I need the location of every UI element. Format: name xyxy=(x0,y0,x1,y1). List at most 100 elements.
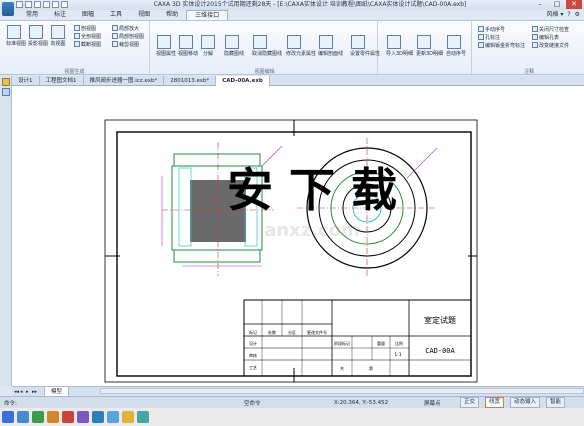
help-icon[interactable]: ? xyxy=(567,10,570,20)
style-dropdown[interactable]: 风格 ▾ xyxy=(547,10,564,20)
drawing-canvas[interactable]: 室定试题 CAD-00A 1:1 标记 处数 分区 更改文件号 设计 审核 工艺… xyxy=(12,86,584,386)
tab-common[interactable]: 常用 xyxy=(18,10,46,20)
left-side-toolbar xyxy=(0,76,12,386)
modify-element-properties-button[interactable]: 修改元素属性 xyxy=(286,35,316,57)
ortho-toggle[interactable]: 正交 xyxy=(460,397,480,408)
save-icon[interactable] xyxy=(34,1,41,8)
doc-tab-active[interactable]: CAD-00A.exb xyxy=(216,76,270,86)
detail-view-icon xyxy=(112,25,118,31)
crop-view-button[interactable]: 裁剪视图 xyxy=(112,40,150,48)
quick-access-toolbar xyxy=(16,1,68,9)
projection-view-button[interactable]: 投影视图 xyxy=(28,25,48,47)
taskbar-app-icon[interactable] xyxy=(47,411,59,423)
svg-text:更改文件号: 更改文件号 xyxy=(307,329,327,335)
tab-annotation[interactable]: 标注 xyxy=(46,10,74,20)
standard-view-button[interactable]: 标准视图 xyxy=(6,25,26,47)
detail-view-button[interactable]: 局部放大 xyxy=(112,24,150,32)
explode-button[interactable]: 分解 xyxy=(200,35,216,57)
direction-view-icon xyxy=(51,25,65,39)
print-icon[interactable] xyxy=(43,1,50,8)
minimize-button[interactable]: – xyxy=(532,0,548,9)
partial-section-button[interactable]: 局部剖视图 xyxy=(112,32,150,40)
svg-text:阶段标记: 阶段标记 xyxy=(334,340,350,346)
new-file-icon[interactable] xyxy=(16,1,23,8)
sheet-tab-model[interactable]: 模型 xyxy=(44,386,70,397)
group-annotation: 手动序号 孔标注 编辑钣金折弯标注 关闭尺寸检查 编辑孔表 改变链接文件 注释 xyxy=(474,21,584,76)
view-move-icon xyxy=(179,35,193,49)
first-sheet-button[interactable]: ◂◂ xyxy=(14,388,19,396)
hole-table-icon xyxy=(532,34,538,40)
horizontal-scrollbar[interactable] xyxy=(100,388,584,394)
taskbar-app-icon[interactable] xyxy=(137,411,149,423)
coordinate-readout: X:20.364, Y:-53.452 xyxy=(334,399,389,406)
watermark-url: anxz.com xyxy=(264,220,360,241)
document-tab-bar: 设计1 工程图文档1 推风阀步进器一图.icz.exb* 2801013.exb… xyxy=(12,76,584,86)
svg-text:分区: 分区 xyxy=(288,329,296,335)
set-part-properties-button[interactable]: 设置零件属性 xyxy=(350,35,380,57)
next-sheet-button[interactable]: ▸ xyxy=(26,388,30,396)
import-3d-bom-button[interactable]: 导入3D明细 xyxy=(386,35,413,57)
hide-lines-button[interactable]: 隐藏图线 xyxy=(224,35,244,57)
command-prompt: 命令: xyxy=(4,400,17,407)
taskbar-app-icon[interactable] xyxy=(122,411,134,423)
title-block-frame xyxy=(243,299,472,377)
snap-mode[interactable]: 屏幕点 xyxy=(424,399,454,407)
manual-balloon-icon xyxy=(478,26,484,32)
prev-sheet-button[interactable]: ◂ xyxy=(20,388,24,396)
doc-tab[interactable]: 工程图文档1 xyxy=(40,76,84,86)
manual-balloon-button[interactable]: 手动序号 xyxy=(478,25,528,33)
full-section-view-button[interactable]: 全剖视图 xyxy=(74,32,110,40)
disable-dimension-check-button[interactable]: 关闭尺寸检查 xyxy=(532,25,584,33)
taskbar-app-icon[interactable] xyxy=(77,411,89,423)
broken-view-button[interactable]: 截断视图 xyxy=(74,40,110,48)
svg-text:设计: 设计 xyxy=(249,340,257,346)
taskbar-app-icon[interactable] xyxy=(92,411,104,423)
auto-balloon-button[interactable]: 自动序号 xyxy=(446,35,466,57)
section-view-button[interactable]: 剖视图 xyxy=(74,24,110,32)
open-file-icon[interactable] xyxy=(25,1,32,8)
hide-lines-icon xyxy=(225,35,239,49)
tab-view[interactable]: 视图 xyxy=(130,10,158,20)
unhide-lines-button[interactable]: 取消隐藏图线 xyxy=(252,35,282,57)
doc-tab[interactable]: 2801013.exb* xyxy=(164,76,217,86)
bend-note-icon xyxy=(478,42,484,48)
view-properties-button[interactable]: 视图属性 xyxy=(156,35,176,57)
taskbar-app-icon[interactable] xyxy=(62,411,74,423)
edit-hole-table-button[interactable]: 编辑孔表 xyxy=(532,33,584,41)
command-state: 空命令 xyxy=(244,400,261,407)
settings-icon[interactable]: ⚙ xyxy=(575,10,580,20)
redo-icon[interactable] xyxy=(61,1,68,8)
direction-view-button[interactable]: 向视图 xyxy=(50,25,66,47)
svg-text:审核: 审核 xyxy=(249,352,257,358)
view-move-button[interactable]: 视图移动 xyxy=(178,35,198,57)
side-tool-icon[interactable] xyxy=(2,78,10,86)
close-button[interactable]: ✕ xyxy=(566,0,582,9)
undo-icon[interactable] xyxy=(52,1,59,8)
start-icon[interactable] xyxy=(2,411,14,423)
dynamic-input-toggle[interactable]: 动态输入 xyxy=(510,397,541,408)
taskbar-app-icon[interactable] xyxy=(32,411,44,423)
svg-text:重量: 重量 xyxy=(377,340,385,346)
change-link-file-button[interactable]: 改变链接文件 xyxy=(532,41,584,49)
tab-help[interactable]: 帮助 xyxy=(158,10,186,20)
tab-tools[interactable]: 工具 xyxy=(102,10,130,20)
standard-view-icon xyxy=(7,25,21,39)
hole-callout-button[interactable]: 孔标注 xyxy=(478,33,528,41)
doc-tab[interactable]: 推风阀步进器一图.icz.exb* xyxy=(84,76,165,86)
side-tool-icon[interactable] xyxy=(2,88,10,96)
sheetmetal-bend-note-button[interactable]: 编辑钣金折弯标注 xyxy=(478,41,528,49)
group-label: 视图生成 xyxy=(64,69,85,75)
smart-toggle[interactable]: 智能 xyxy=(546,397,566,408)
update-3d-bom-button[interactable]: 更新3D明细 xyxy=(416,35,443,57)
maximize-button[interactable]: □ xyxy=(549,0,565,9)
edit-hatch-button[interactable]: 编辑剖面线 xyxy=(318,35,343,57)
svg-text:第: 第 xyxy=(369,365,373,371)
last-sheet-button[interactable]: ▸▸ xyxy=(32,388,37,396)
doc-tab[interactable]: 设计1 xyxy=(12,76,40,86)
crop-view-icon xyxy=(112,41,118,47)
taskbar-app-icon[interactable] xyxy=(17,411,29,423)
sheet-outer-border xyxy=(104,119,478,383)
lineweight-toggle[interactable]: 线宽 xyxy=(485,397,505,408)
tab-sheet[interactable]: 图幅 xyxy=(74,10,102,20)
taskbar-app-icon[interactable] xyxy=(107,411,119,423)
